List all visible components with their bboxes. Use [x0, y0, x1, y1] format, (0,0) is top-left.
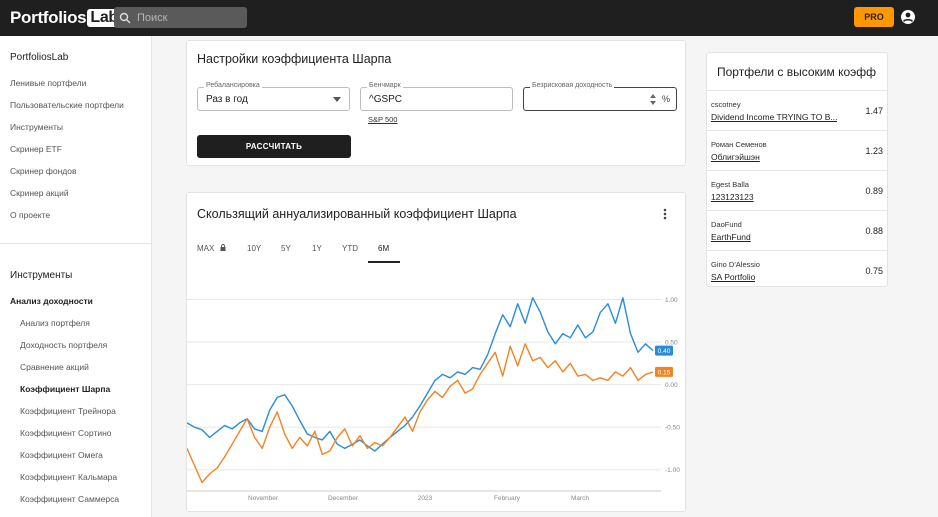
top-navigation-bar: Portfolios Lab Поиск PRO — [0, 0, 938, 36]
series-end-label: 0.15 — [658, 369, 671, 376]
portfolio-author: cscotney — [711, 100, 741, 109]
sidebar-item-etf-screener[interactable]: Скринер ETF — [10, 144, 62, 154]
sidebar-item-user-portfolios[interactable]: Пользовательские портфели — [10, 100, 124, 110]
x-tick-label: December — [328, 495, 359, 502]
portfolio-row[interactable]: Egest Balla 123123123 0.89 — [707, 170, 887, 210]
portfolio-name-link[interactable]: 123123123 — [711, 192, 754, 202]
tab-max[interactable]: MAX — [197, 244, 226, 253]
sidebar-divider — [0, 243, 152, 244]
portfolio-sharpe-value: 0.75 — [865, 266, 883, 276]
sidebar-item-portfolio-returns[interactable]: Доходность портфеля — [20, 340, 107, 350]
portfolio-sharpe-value: 1.23 — [865, 146, 883, 156]
sidebar-item-about[interactable]: О проекте — [10, 210, 50, 220]
chevron-down-icon — [333, 97, 341, 102]
portfolio-row[interactable]: Gino D'Alessio SA Portfolio 0.75 — [707, 250, 887, 290]
tab-6m[interactable]: 6M — [378, 244, 389, 253]
portfolio-sharpe-value: 0.89 — [865, 186, 883, 196]
settings-title: Настройки коэффициента Шарпа — [197, 52, 392, 66]
active-tab-indicator — [368, 261, 400, 263]
riskfree-label: Безрисковая доходность — [530, 82, 615, 89]
tab-10y[interactable]: 10Y — [247, 244, 261, 253]
tab-ytd[interactable]: YTD — [342, 244, 358, 253]
search-icon — [119, 12, 131, 23]
portfolio-author: Gino D'Alessio — [711, 260, 760, 269]
search-input[interactable]: Поиск — [114, 7, 247, 28]
chart-title: Скользящий аннуализированный коэффициент… — [197, 207, 517, 221]
y-tick-label: 0.00 — [665, 382, 678, 389]
rolling-sharpe-chart-card: Скользящий аннуализированный коэффициент… — [186, 192, 686, 512]
x-tick-label: February — [494, 495, 521, 502]
sidebar-item-sortino-ratio[interactable]: Коэффициент Сортино — [20, 428, 112, 438]
sidebar-item-treynor-ratio[interactable]: Коэффициент Трейнора — [20, 406, 116, 416]
sidebar-item-portfolio-analysis[interactable]: Анализ портфеля — [20, 318, 90, 328]
sidebar-item-fund-screener[interactable]: Скринер фондов — [10, 166, 76, 176]
y-tick-label: -0.50 — [665, 425, 680, 432]
sidebar-item-stock-comparison[interactable]: Сравнение акций — [20, 362, 89, 372]
sidebar-item-stock-screener[interactable]: Скринер акций — [10, 188, 69, 198]
sidebar-item-summers-ratio[interactable]: Коэффициент Саммерса — [20, 494, 119, 504]
portfolio-name-link[interactable]: SA Portfolio — [711, 272, 755, 282]
tab-max-label: MAX — [197, 244, 215, 253]
sidebar: PortfoliosLab Ленивые портфели Пользоват… — [0, 36, 152, 517]
top-portfolios-panel: Портфели с высоким коэфф cscotney Divide… — [706, 52, 888, 287]
y-tick-label: 0.50 — [665, 340, 678, 347]
lock-icon — [220, 244, 226, 251]
more-vert-icon[interactable] — [663, 208, 667, 220]
rebalance-value: Раз в год — [206, 94, 248, 105]
benchmark-label: Бенчмарк — [367, 82, 403, 89]
sidebar-section-returns[interactable]: Анализ доходности — [10, 296, 93, 306]
x-tick-label: November — [248, 495, 279, 502]
calculate-button[interactable]: РАССЧИТАТЬ — [197, 135, 351, 158]
sidebar-item-lazy-portfolios[interactable]: Ленивые портфели — [10, 78, 86, 88]
search-placeholder: Поиск — [137, 11, 168, 24]
sidebar-item-omega-ratio[interactable]: Коэффициент Омега — [20, 450, 103, 460]
x-tick-label: 2023 — [418, 495, 433, 502]
percent-unit: % — [661, 94, 670, 104]
y-tick-label: -1.00 — [665, 467, 680, 474]
y-tick-label: 1.00 — [665, 297, 678, 304]
tab-1y[interactable]: 1Y — [312, 244, 322, 253]
sidebar-item-sharpe-ratio[interactable]: Коэффициент Шарпа — [20, 384, 110, 394]
benchmark-name-link[interactable]: S&P 500 — [368, 115, 397, 124]
sharpe-settings-card: Настройки коэффициента Шарпа Ребалансиро… — [186, 40, 686, 166]
stepper-arrows-icon[interactable] — [650, 94, 656, 105]
rebalance-select[interactable]: Ребалансировка Раз в год — [197, 82, 350, 111]
portfolio-author: Роман Семенов — [711, 140, 767, 149]
portfolio-sharpe-value: 0.88 — [865, 226, 883, 236]
account-icon[interactable] — [900, 9, 916, 25]
sidebar-item-calmar-ratio[interactable]: Коэффициент Кальмара — [20, 472, 117, 482]
x-tick-label: March — [571, 495, 589, 502]
benchmark-field[interactable]: Бенчмарк ^GSPC — [360, 82, 513, 111]
sidebar-tools-heading: Инструменты — [10, 270, 73, 281]
portfolio-row[interactable]: DaoFund EarthFund 0.88 — [707, 210, 887, 250]
sidebar-item-tools[interactable]: Инструменты — [10, 122, 63, 132]
pro-button[interactable]: PRO — [854, 7, 894, 27]
portfolio-author: Egest Balla — [711, 180, 749, 189]
portfolio-row[interactable]: Роман Семенов Облигэйшэн 1.23 — [707, 130, 887, 170]
benchmark-value: ^GSPC — [369, 94, 403, 105]
portfolioslab-logo[interactable]: Portfolios Lab — [10, 8, 121, 28]
portfolio-name-link[interactable]: Dividend Income TRYING TO B... — [711, 112, 837, 122]
series-end-label: 0.40 — [658, 348, 671, 355]
portfolio-name-link[interactable]: Облигэйшэн — [711, 152, 760, 162]
portfolio-author: DaoFund — [711, 220, 742, 229]
riskfree-rate-field[interactable]: Безрисковая доходность % — [523, 82, 677, 111]
top-portfolios-title: Портфели с высоким коэфф — [717, 65, 876, 79]
portfolio-row[interactable]: cscotney Dividend Income TRYING TO B... … — [707, 90, 887, 130]
portfolio-sharpe-value: 1.47 — [865, 106, 883, 116]
rebalance-label: Ребалансировка — [204, 82, 262, 89]
tab-5y[interactable]: 5Y — [281, 244, 291, 253]
sidebar-brand[interactable]: PortfoliosLab — [10, 52, 68, 63]
series-line — [187, 343, 654, 484]
logo-text: Portfolios — [10, 8, 87, 27]
sharpe-line-chart[interactable]: 1.00 0.50 0.00 -0.50 -1.00 November December 20… — [187, 283, 685, 505]
portfolio-name-link[interactable]: EarthFund — [711, 232, 751, 242]
